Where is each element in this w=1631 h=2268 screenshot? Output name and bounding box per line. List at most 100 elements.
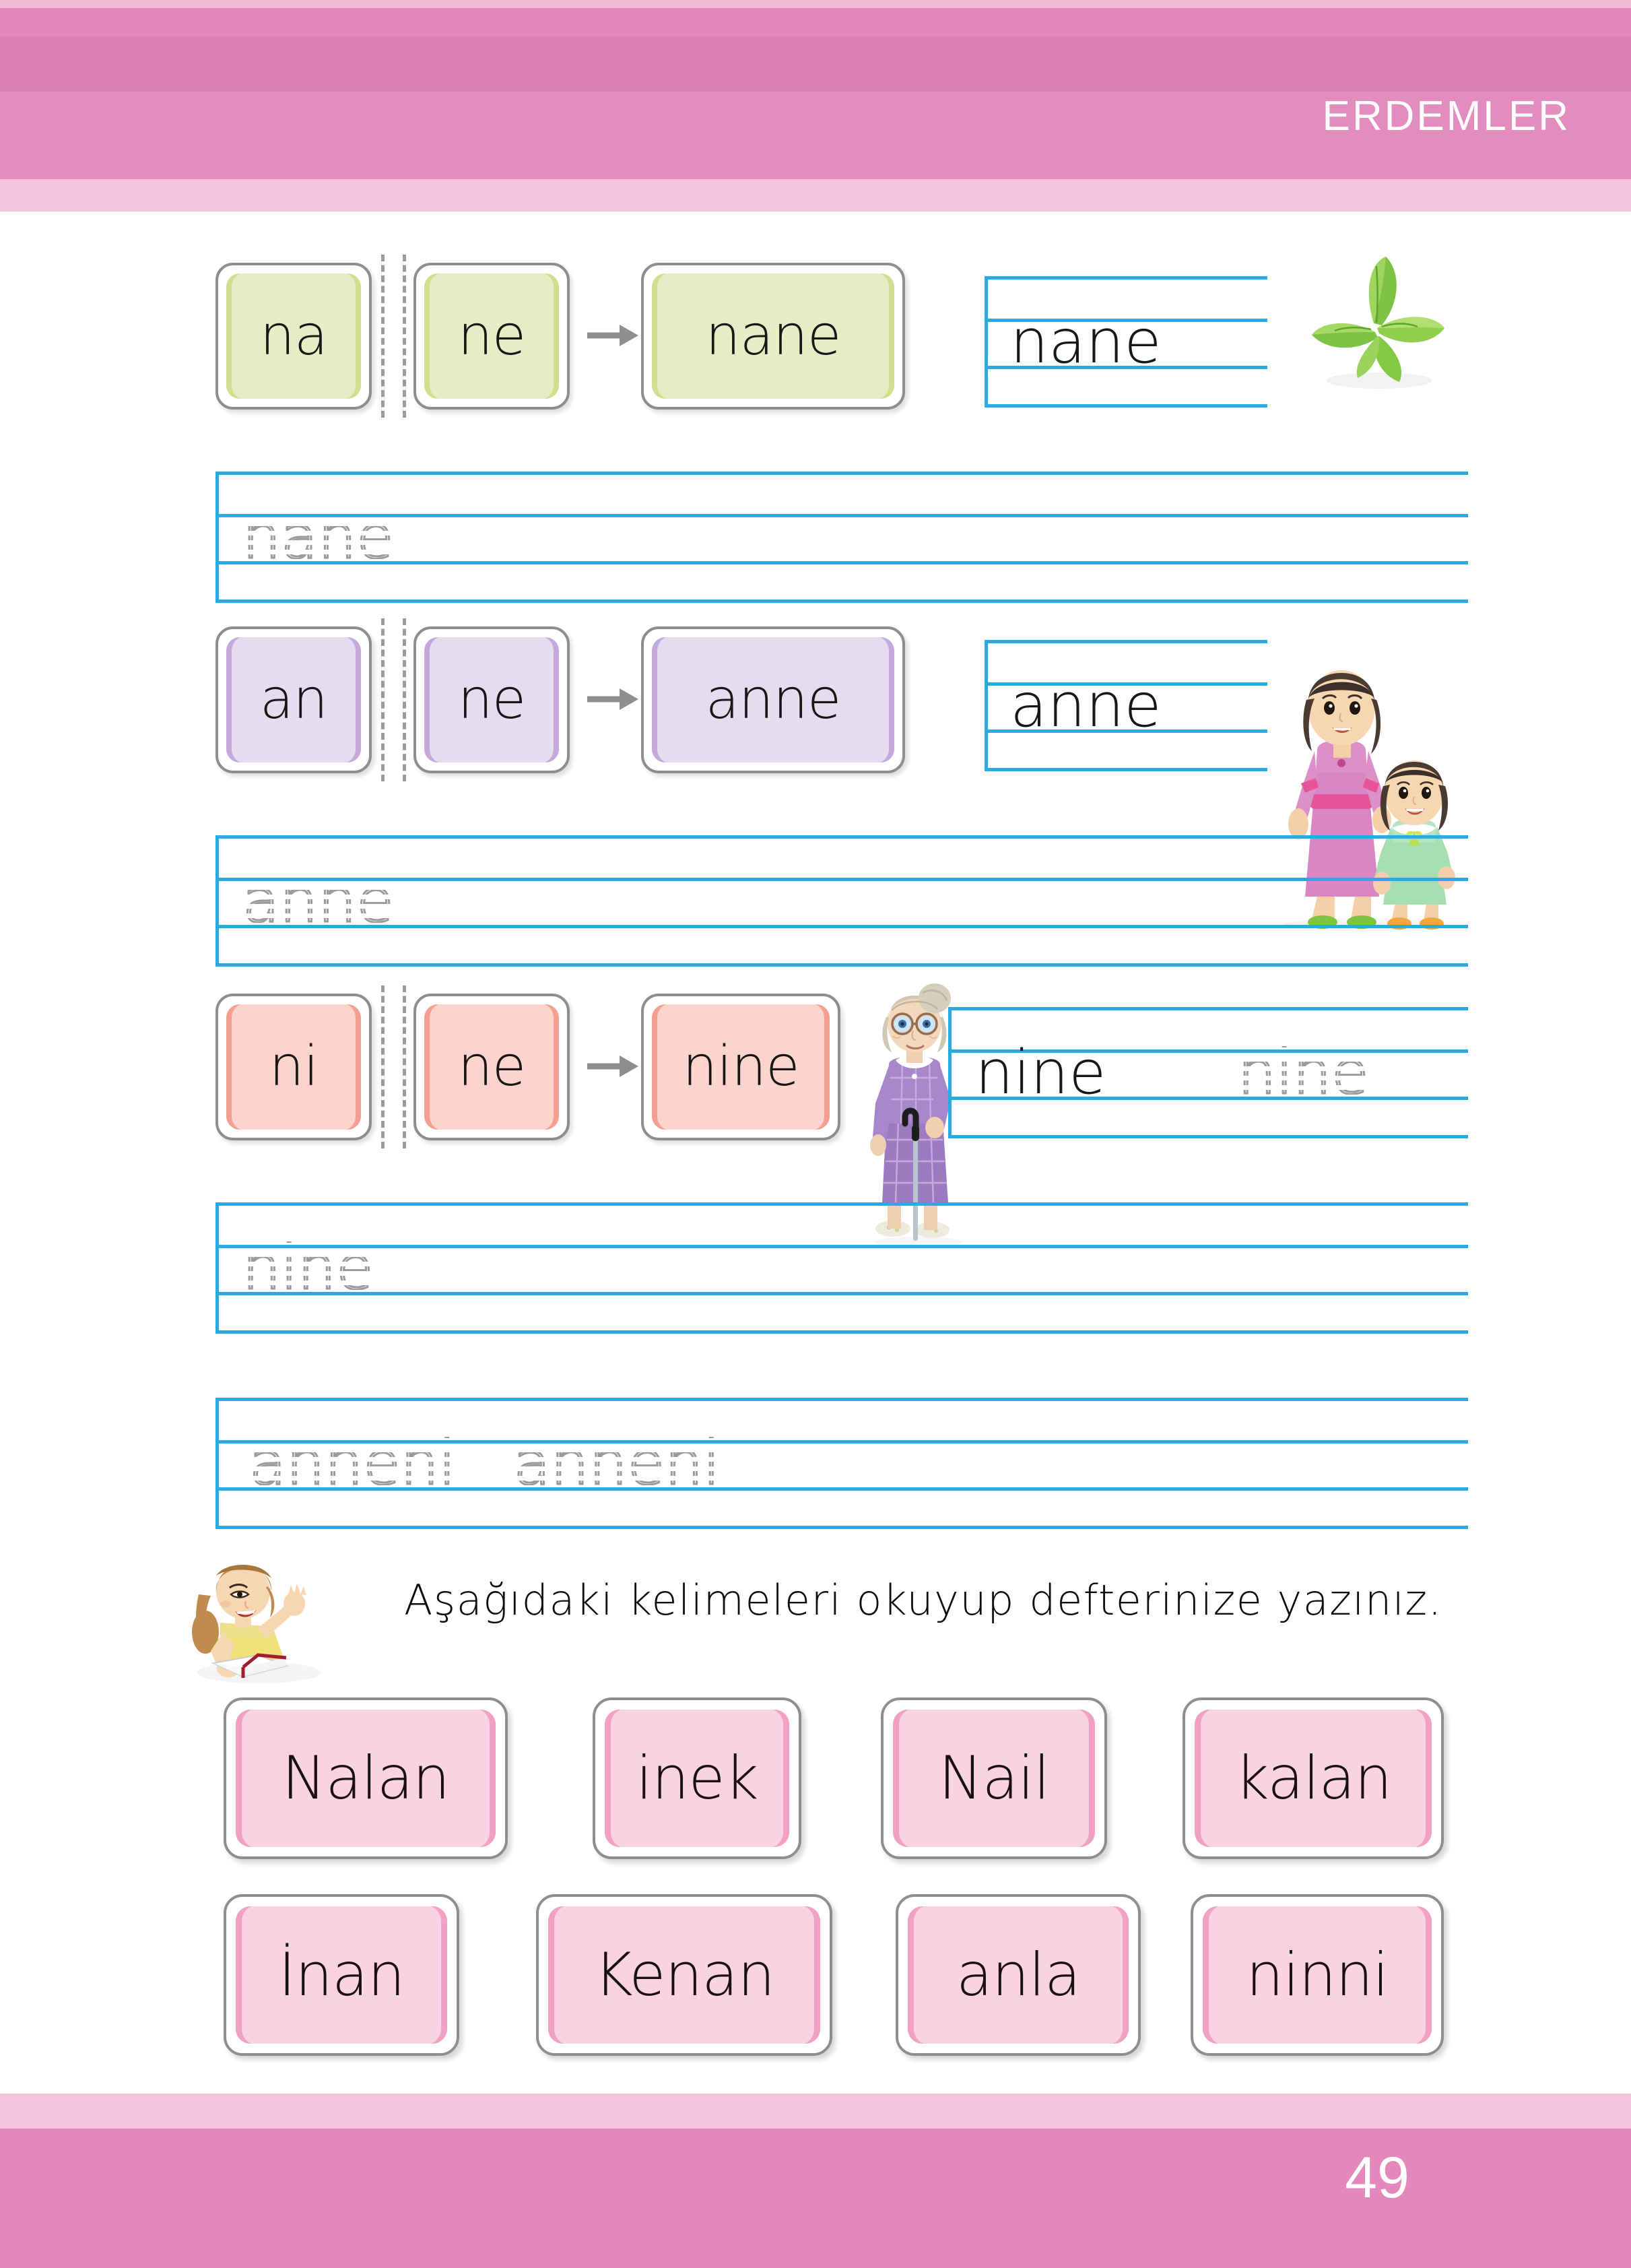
word-result-label: anne [705,668,842,732]
mint-leaves-image [1300,253,1455,397]
guide-line-top [985,640,1267,643]
syllable-card-an[interactable]: an [215,626,372,773]
syllable-card-ne-1[interactable]: ne [413,263,570,410]
guide-line-bottom [985,768,1267,771]
guide-line-bottom [215,1330,1468,1334]
handwriting-word-nine: nine [975,1037,1106,1108]
guide-line-bottom [215,1526,1468,1529]
guide-line-bottom [215,600,1468,603]
footer-band-top [0,2094,1631,2129]
guide-line-bottom [948,1135,1468,1138]
word-card-nail-inner: Nail [893,1710,1095,1847]
trace-sentence-anneni: anneni anneni [248,1428,721,1499]
page-number: 49 [1345,2145,1409,2210]
word-card-kalan-inner: kalan [1195,1710,1432,1847]
word-card-ninni-inner: ninni [1203,1906,1432,2044]
syllable-card-ni[interactable]: ni [215,994,372,1140]
word-result-card-nine-inner: nine [652,1004,830,1130]
syllable-card-ne-2-inner: ne [424,637,559,763]
word-card-kalan[interactable]: kalan [1183,1697,1444,1859]
guide-line-mid [215,514,1468,517]
syllable-card-ni-inner: ni [226,1004,361,1130]
word-card-label: İnan [278,1940,405,2009]
word-card-label: Kenan [594,1940,775,2009]
word-card-anla-inner: anla [908,1906,1129,2044]
syllable-separator-1 [381,985,385,1148]
trace-guide-nane[interactable] [215,472,1468,603]
guide-line-bottom [215,963,1468,967]
guide-line-top [948,1007,1468,1010]
word-result-card-nane[interactable]: nane [641,263,905,410]
guide-left-edge [948,1007,952,1138]
girl-reading-book-image [178,1553,333,1687]
instruction-text: Aşağıdaki kelimeleri okuyup defterinize … [404,1576,1442,1625]
syllable-label: na [259,304,328,368]
word-card-inek[interactable]: inek [593,1697,801,1859]
word-card-nalan[interactable]: Nalan [224,1697,508,1859]
trace-word-nane: nane [242,502,395,573]
syllable-card-na-inner: na [226,273,361,399]
guide-line-mid [215,1245,1468,1248]
guide-left-edge [215,1202,219,1334]
word-result-card-nane-inner: nane [652,273,894,399]
arrow-right-icon [585,1047,640,1085]
word-result-card-anne[interactable]: anne [641,626,905,773]
guide-line-top [215,1202,1468,1206]
syllable-label: ne [457,1035,526,1099]
guide-line-top [215,1398,1468,1401]
handwriting-word-nane: nane [1010,306,1162,377]
word-card-label: ninni [1246,1940,1389,2009]
syllable-separator-2 [403,985,406,1148]
syllable-separator-1 [381,618,385,781]
word-card-inan[interactable]: İnan [224,1894,459,2056]
syllable-separator-1 [381,255,385,418]
trace-word-nine: nine [241,1233,374,1303]
guide-left-edge [215,1398,219,1529]
word-card-label: Nail [938,1743,1051,1813]
word-card-anla[interactable]: anla [896,1894,1141,2056]
guide-left-edge [985,640,988,771]
guide-left-edge [985,276,988,408]
guide-line-base [215,1292,1468,1295]
guide-line-top [215,472,1468,475]
arrow-right-icon [585,317,640,354]
word-result-label: nane [705,304,842,368]
syllable-card-ne-1-inner: ne [424,273,559,399]
word-result-card-nine[interactable]: nine [641,994,840,1140]
header-band-3 [0,36,1631,92]
word-card-nail[interactable]: Nail [881,1697,1107,1859]
word-card-ninni[interactable]: ninni [1191,1894,1444,2056]
arrow-right-icon [585,680,640,718]
word-card-label: anla [956,1940,1081,2009]
word-card-label: inek [636,1743,758,1813]
syllable-label: ne [457,304,526,368]
syllable-separator-2 [403,255,406,418]
word-card-inan-inner: İnan [236,1906,447,2044]
word-result-card-anne-inner: anne [652,637,894,763]
syllable-card-ne-3[interactable]: ne [413,994,570,1140]
word-card-kenan[interactable]: Kenan [536,1894,832,2056]
syllable-card-na[interactable]: na [215,263,372,410]
syllable-card-an-inner: an [226,637,361,763]
guide-line-top [985,276,1267,280]
trace-guide-anne[interactable] [215,835,1468,967]
syllable-label: ne [457,668,526,732]
word-card-nalan-inner: Nalan [236,1710,496,1847]
syllable-separator-2 [403,618,406,781]
page-title: ERDEMLER [1322,93,1570,139]
guide-line-top [215,835,1468,839]
guide-line-base [215,561,1468,564]
trace-word-anne: anne [242,866,395,936]
guide-left-edge [215,835,219,967]
handwriting-word-anne: anne [1010,670,1162,741]
guide-line-base [215,925,1468,928]
guide-line-bottom [985,404,1267,408]
syllable-card-ne-2[interactable]: ne [413,626,570,773]
guide-line-mid [215,878,1468,881]
word-card-label: Nalan [281,1743,451,1813]
header-band-bottom [0,179,1631,212]
trace-guide-nine[interactable] [215,1202,1468,1334]
header-band-top [0,0,1631,8]
word-result-label: nine [682,1035,799,1099]
word-card-label: kalan [1234,1743,1392,1813]
